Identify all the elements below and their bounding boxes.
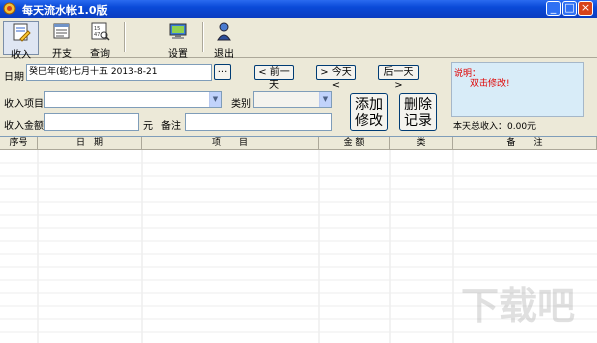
column-header-amount[interactable]: 金 额 (319, 137, 390, 150)
amount-label: 收入金额 (4, 121, 44, 132)
toolbar-separator (202, 22, 204, 52)
toolbar-query-label: 查询 (90, 49, 110, 60)
query-icon: 15 47 (91, 22, 110, 41)
chevron-down-icon[interactable]: ▼ (209, 92, 221, 107)
maximize-icon: □ (564, 1, 575, 14)
toolbar-exit-label: 退出 (214, 49, 234, 60)
settings-icon (169, 23, 187, 39)
category-select[interactable]: ▼ (253, 91, 332, 108)
toolbar-expense[interactable]: 开支 (44, 21, 80, 60)
delete-label-1: 删除 (404, 97, 432, 113)
toolbar-income-label: 收入 (11, 50, 31, 61)
exit-icon (217, 22, 231, 41)
toolbar-expense-label: 开支 (52, 49, 72, 60)
svg-text:47: 47 (94, 32, 100, 38)
item-select[interactable]: ▼ (44, 91, 222, 108)
maximize-button[interactable]: □ (562, 1, 577, 16)
delete-record-button[interactable]: 删除 记录 (399, 93, 437, 131)
note-box: 说明： 双击修改! (451, 62, 584, 117)
app-icon (3, 2, 16, 15)
today-button[interactable]: > 今天 < (316, 65, 356, 91)
column-header-category[interactable]: 类 (390, 137, 453, 150)
note-text: 双击修改! (470, 79, 510, 89)
income-icon (13, 23, 31, 42)
toolbar-income[interactable]: 收入 (3, 21, 39, 61)
watermark-logo: 下载吧 (461, 284, 575, 328)
toolbar: 收入 开支 15 47 查询 设置 退出 (0, 18, 597, 61)
expense-icon (53, 23, 70, 39)
unit-label: 元 (143, 121, 153, 132)
category-label: 类别 (231, 99, 251, 110)
add-edit-label-2: 修改 (355, 113, 383, 129)
item-label: 收入项目 (4, 99, 44, 110)
prev-day-button[interactable]: < 前一天 (254, 65, 294, 91)
amount-field[interactable] (44, 113, 139, 131)
chevron-down-icon[interactable]: ▼ (319, 92, 331, 107)
date-field[interactable]: 癸巳年(蛇)七月十五 2013-8-21 (26, 64, 212, 81)
add-edit-button[interactable]: 添加 修改 (350, 93, 388, 131)
minimize-button[interactable]: _ (546, 1, 561, 16)
toolbar-exit[interactable]: 退出 (206, 21, 242, 60)
remark-field[interactable] (185, 113, 332, 131)
remark-label: 备注 (161, 121, 181, 132)
column-header-item[interactable]: 项 目 (142, 137, 319, 150)
toolbar-settings-label: 设置 (168, 49, 188, 60)
add-edit-label-1: 添加 (355, 97, 383, 113)
date-picker-button[interactable]: ... (214, 64, 231, 80)
delete-label-2: 记录 (404, 113, 432, 129)
window-title: 每天流水帐1.0版 (22, 4, 108, 17)
toolbar-settings[interactable]: 设置 (160, 21, 196, 60)
svg-text:下载吧: 下载吧 (461, 284, 575, 328)
toolbar-separator (124, 22, 126, 52)
minimize-icon: _ (550, 1, 557, 14)
column-header-date[interactable]: 日 期 (38, 137, 142, 150)
column-header-index[interactable]: 序号 (0, 137, 38, 150)
column-header-remark[interactable]: 备 注 (453, 137, 597, 150)
daily-total: 本天总收入：0.00元 (453, 122, 537, 132)
title-bar[interactable]: 每天流水帐1.0版 _ □ × (0, 0, 597, 18)
app-window: 每天流水帐1.0版 _ □ × 收入 开支 15 47 查询 设置 退出 日期 … (0, 0, 597, 343)
close-icon: × (580, 1, 591, 14)
close-button[interactable]: × (578, 1, 593, 16)
date-label: 日期 (4, 72, 24, 83)
toolbar-query[interactable]: 15 47 查询 (82, 21, 118, 60)
next-day-button[interactable]: 后一天 > (378, 65, 419, 91)
